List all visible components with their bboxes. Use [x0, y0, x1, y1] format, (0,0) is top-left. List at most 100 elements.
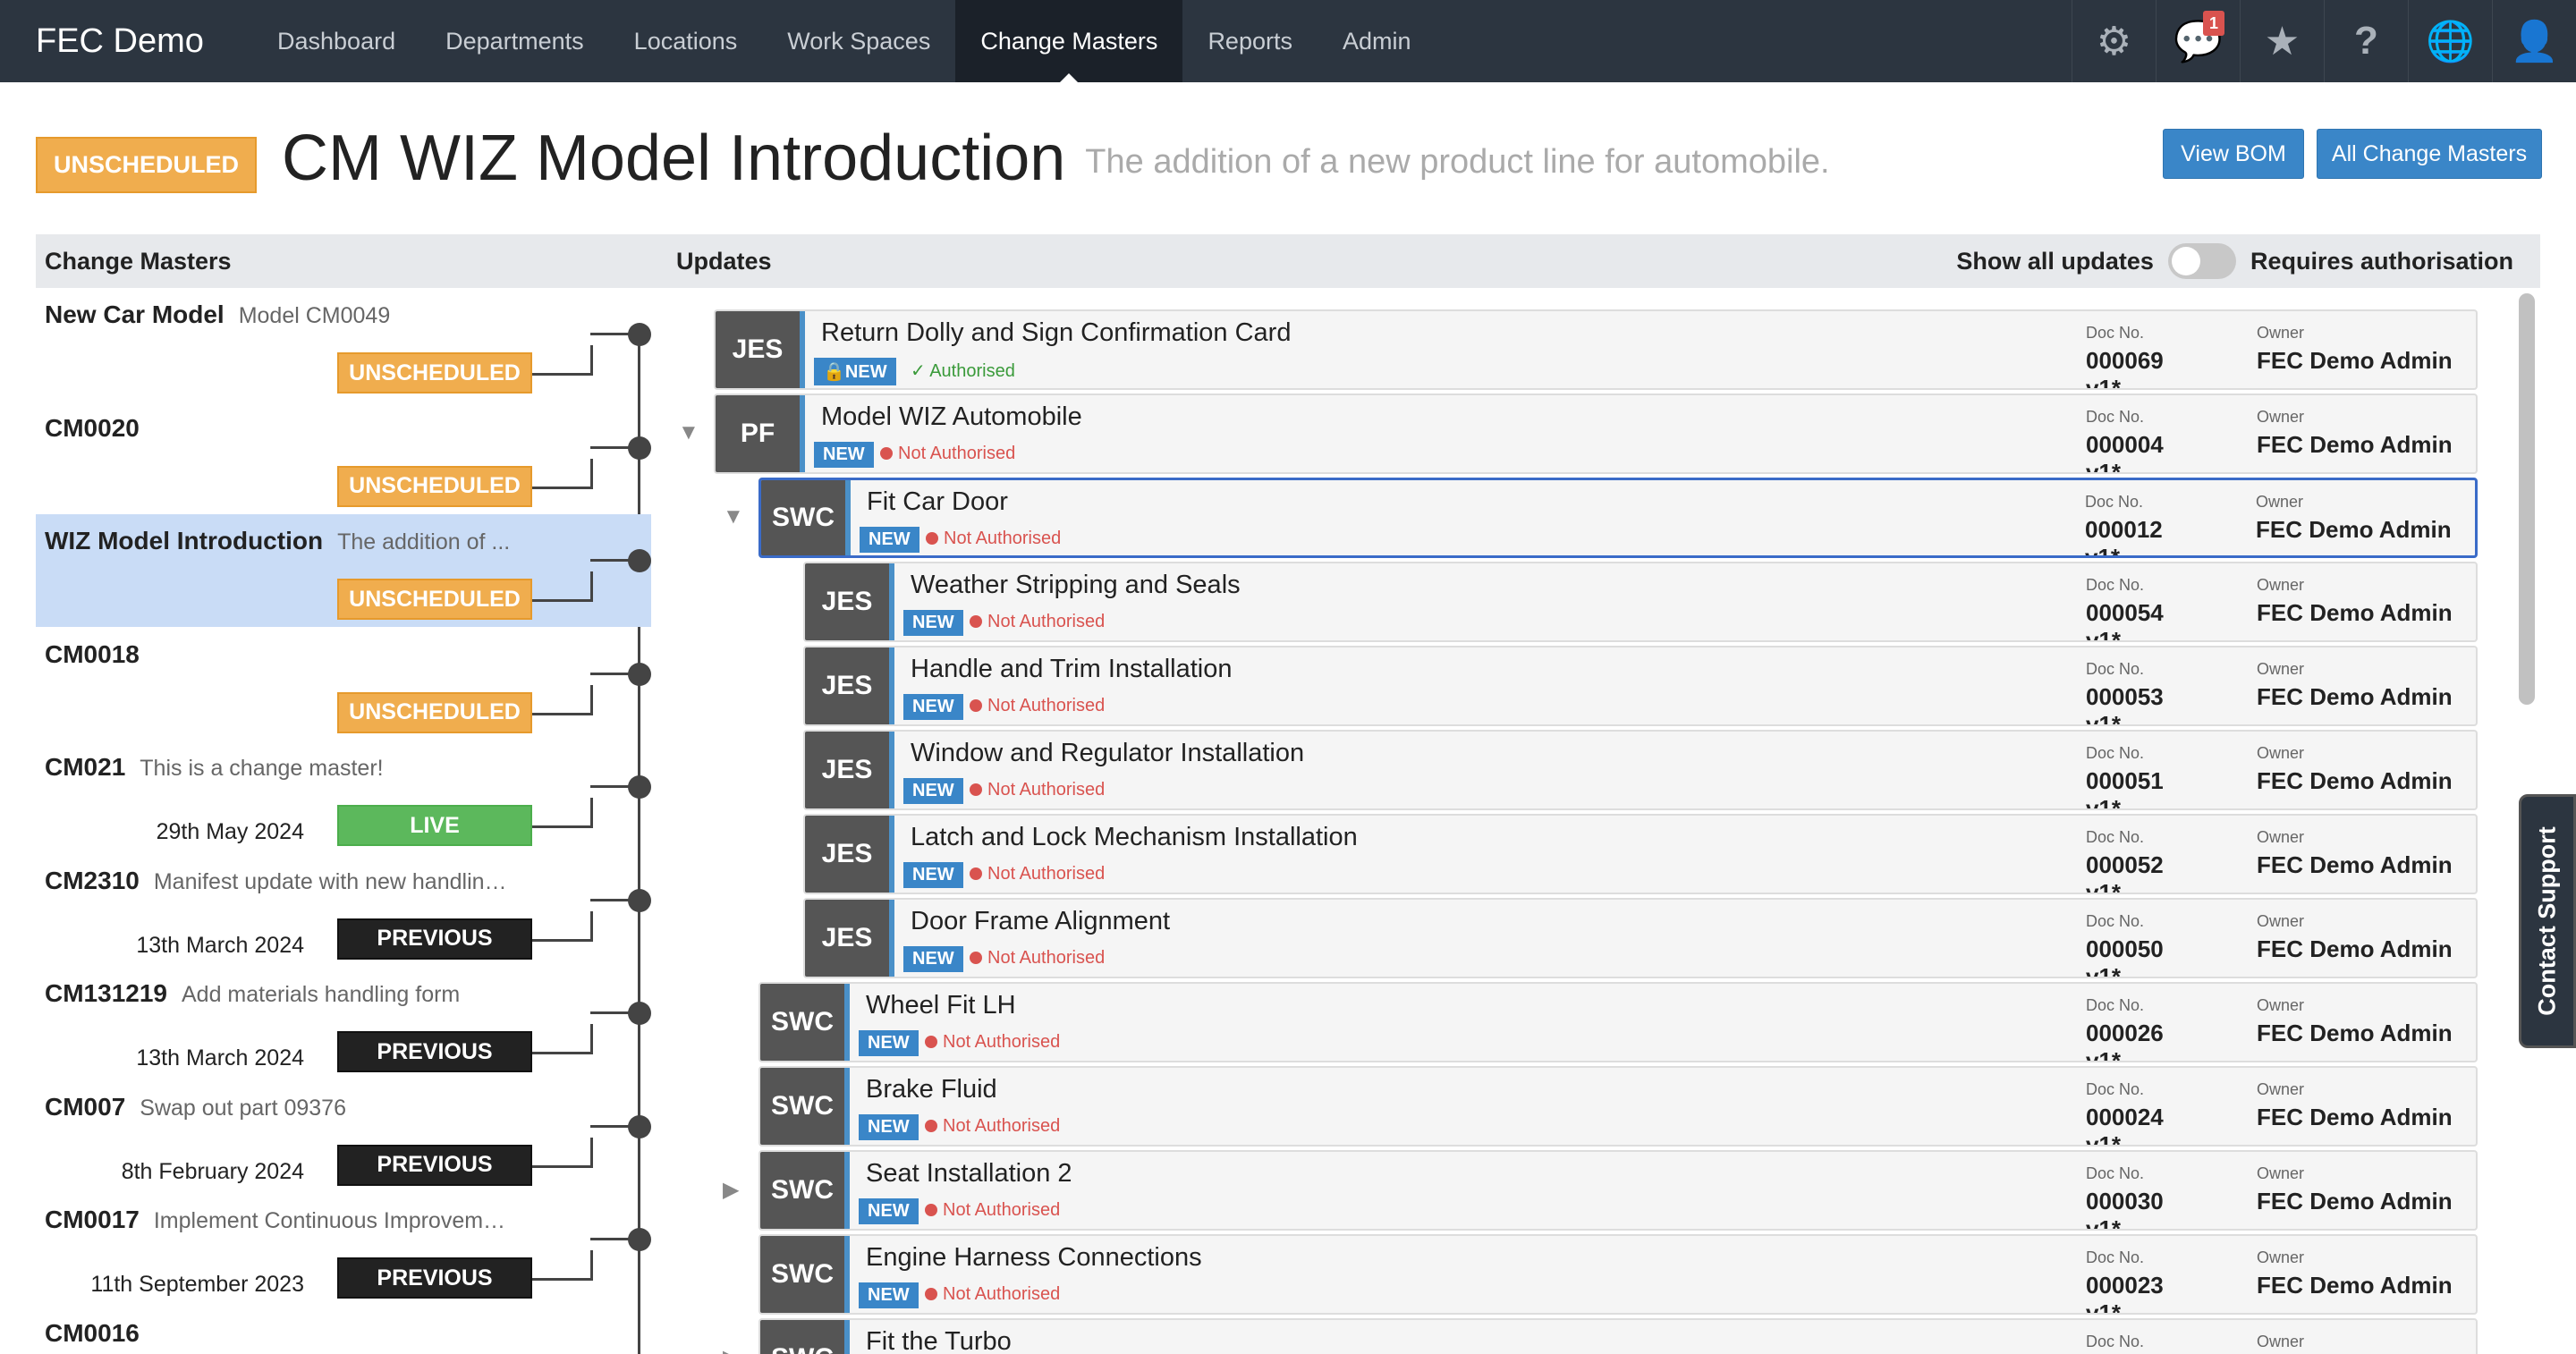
nav-link-dashboard[interactable]: Dashboard	[252, 0, 420, 82]
doc-no-label: Doc No.	[2086, 1164, 2145, 1182]
change-master-item[interactable]: CM131219 Add materials handling form 13th …	[36, 967, 651, 1079]
auth-status: Not Authorised	[970, 780, 1105, 800]
user-icon[interactable]: 👤	[2492, 0, 2576, 82]
collapse-caret-icon[interactable]: ▼	[678, 420, 699, 445]
owner-value: FEC Demo Admin	[2257, 1020, 2453, 1046]
change-master-item[interactable]: New Car Model Model CM0049 UNSCHEDULED	[36, 288, 651, 401]
new-badge: NEW	[903, 778, 963, 804]
brand-logo[interactable]: FEC Demo	[0, 22, 252, 61]
timeline-connector	[532, 1278, 593, 1281]
doc-type-tag: JES	[805, 816, 894, 893]
gear-icon[interactable]: ⚙	[2072, 0, 2156, 82]
update-row[interactable]: SWC Seat Installation 2 NEW Not Authorised D…	[758, 1150, 2478, 1231]
globe-icon[interactable]: 🌐	[2408, 0, 2492, 82]
doc-no-label: Doc No.	[2086, 828, 2145, 846]
change-master-item[interactable]: CM007 Swap out part 09376 8th February 202…	[36, 1080, 651, 1193]
timeline-connector-vertical	[590, 910, 593, 942]
auth-status: Not Authorised	[925, 1032, 1060, 1053]
change-master-item[interactable]: WIZ Model Introduction The addition of ..…	[36, 514, 651, 627]
timeline-connector-horizontal	[590, 1124, 639, 1128]
update-row[interactable]: SWC Engine Harness Connections NEW Not Auth…	[758, 1234, 2478, 1315]
update-title: Fit Car Door	[867, 487, 1008, 516]
expand-caret-icon[interactable]: ▶	[723, 1345, 739, 1354]
nav-link-admin[interactable]: Admin	[1318, 0, 1436, 82]
update-title: Return Dolly and Sign Confirmation Card	[821, 318, 1292, 347]
view-bom-button[interactable]: View BOM	[2163, 129, 2304, 179]
owner-label: Owner	[2257, 1248, 2305, 1266]
update-row[interactable]: SWC Brake Fluid NEW Not Authorised Doc No. 00…	[758, 1066, 2478, 1147]
owner-label: Owner	[2257, 408, 2305, 426]
nav-icons: ⚙ 💬 1 ★ ? 🌐 👤	[2072, 0, 2576, 82]
timeline-connector-vertical	[590, 1024, 593, 1054]
contact-support-tab[interactable]: Contact Support	[2519, 794, 2576, 1048]
not-authorised-dot	[925, 1288, 937, 1300]
collapse-caret-icon[interactable]: ▼	[723, 504, 744, 529]
timeline-connector-horizontal	[590, 333, 639, 335]
new-badge: NEW	[859, 1198, 919, 1224]
update-row[interactable]: SWC Fit Car Door NEW Not Authorised Doc No. 0…	[758, 478, 2478, 558]
nav-link-departments[interactable]: Departments	[420, 0, 609, 82]
change-master-item[interactable]: CM0016	[36, 1307, 651, 1354]
doc-no-label: Doc No.	[2086, 408, 2145, 426]
doc-type-tag: SWC	[760, 984, 850, 1061]
star-icon[interactable]: ★	[2240, 0, 2324, 82]
not-authorised-dot	[880, 447, 893, 460]
page-title: CM WIZ Model Introduction	[282, 123, 1066, 194]
all-change-masters-button[interactable]: All Change Masters	[2317, 129, 2542, 179]
auth-status: Not Authorised	[926, 529, 1061, 549]
timeline-connector-vertical	[590, 684, 593, 715]
update-title: Seat Installation 2	[866, 1159, 1072, 1188]
change-master-item[interactable]: CM2310 Manifest update with new handlin… 1…	[36, 854, 651, 967]
update-row[interactable]: PF Model WIZ Automobile NEW Not Authorised D…	[714, 394, 2478, 474]
change-master-id: CM0016	[45, 1318, 140, 1347]
update-row[interactable]: SWC Fit the Turbo Doc No. Owner	[758, 1318, 2478, 1354]
doc-type-tag: SWC	[760, 1068, 850, 1145]
update-row[interactable]: JES Weather Stripping and Seals NEW Not Aut…	[803, 562, 2478, 642]
updates-scrollbar[interactable]	[2519, 293, 2535, 705]
update-row[interactable]: JES Latch and Lock Mechanism Installation…	[803, 814, 2478, 894]
timeline-connector-horizontal	[590, 785, 639, 788]
nav-link-work-spaces[interactable]: Work Spaces	[762, 0, 955, 82]
doc-type-tag: PF	[716, 395, 805, 472]
doc-no-label: Doc No.	[2086, 1080, 2145, 1098]
nav-link-locations[interactable]: Locations	[609, 0, 763, 82]
auth-status: Not Authorised	[925, 1284, 1060, 1305]
nav-link-change-masters[interactable]: Change Masters	[955, 0, 1183, 82]
doc-type-tag: SWC	[760, 1152, 850, 1229]
expand-caret-icon[interactable]: ▶	[723, 1177, 739, 1203]
update-row[interactable]: JES Window and Regulator Installation NEW N…	[803, 730, 2478, 810]
nav-link-reports[interactable]: Reports	[1182, 0, 1318, 82]
top-navbar: FEC Demo Dashboard Departments Locations Wo…	[0, 0, 2576, 82]
change-master-status: UNSCHEDULED	[337, 691, 532, 733]
owner-label: Owner	[2257, 744, 2305, 762]
lock-icon: 🔒	[823, 362, 845, 382]
owner-value: FEC Demo Admin	[2257, 683, 2453, 710]
update-row[interactable]: JES Handle and Trim Installation NEW Not Au…	[803, 646, 2478, 726]
help-icon[interactable]: ?	[2324, 0, 2408, 82]
change-master-desc: Model CM0049	[238, 303, 391, 328]
doc-no-value: 000023 v1*	[2086, 1272, 2164, 1315]
owner-value: FEC Demo Admin	[2256, 516, 2452, 543]
change-master-item[interactable]: CM0017 Implement Continuous Improvem… 11th…	[36, 1193, 651, 1306]
update-row[interactable]: JES Door Frame Alignment NEW Not Authorised…	[803, 898, 2478, 978]
notifications-icon[interactable]: 💬 1	[2156, 0, 2240, 82]
timeline-connector-horizontal	[590, 1011, 639, 1014]
update-row[interactable]: JES Return Dolly and Sign Confirmation Ca…	[714, 309, 2478, 390]
update-title: Handle and Trim Installation	[911, 655, 1233, 683]
change-master-date: 13th March 2024	[136, 932, 304, 958]
owner-value: FEC Demo Admin	[2257, 935, 2453, 962]
change-master-item[interactable]: CM021 This is a change master! 29th May 20…	[36, 740, 651, 853]
auth-status: Not Authorised	[925, 1200, 1060, 1221]
change-master-item[interactable]: CM0018 UNSCHEDULED	[36, 628, 651, 740]
doc-no-label: Doc No.	[2086, 912, 2145, 930]
change-master-desc: Implement Continuous Improvem…	[153, 1208, 506, 1233]
show-all-toggle[interactable]	[2167, 243, 2236, 279]
update-row[interactable]: SWC Wheel Fit LH NEW Not Authorised Doc No. 0…	[758, 982, 2478, 1062]
owner-label: Owner	[2257, 912, 2305, 930]
change-master-item[interactable]: CM0020 UNSCHEDULED	[36, 402, 651, 514]
change-master-id: CM0017 Implement Continuous Improvem…	[45, 1206, 506, 1233]
doc-no-label: Doc No.	[2086, 996, 2145, 1014]
doc-no-label: Doc No.	[2086, 576, 2145, 594]
not-authorised-dot	[926, 532, 938, 545]
doc-no-value: 000053 v1*	[2086, 683, 2164, 726]
